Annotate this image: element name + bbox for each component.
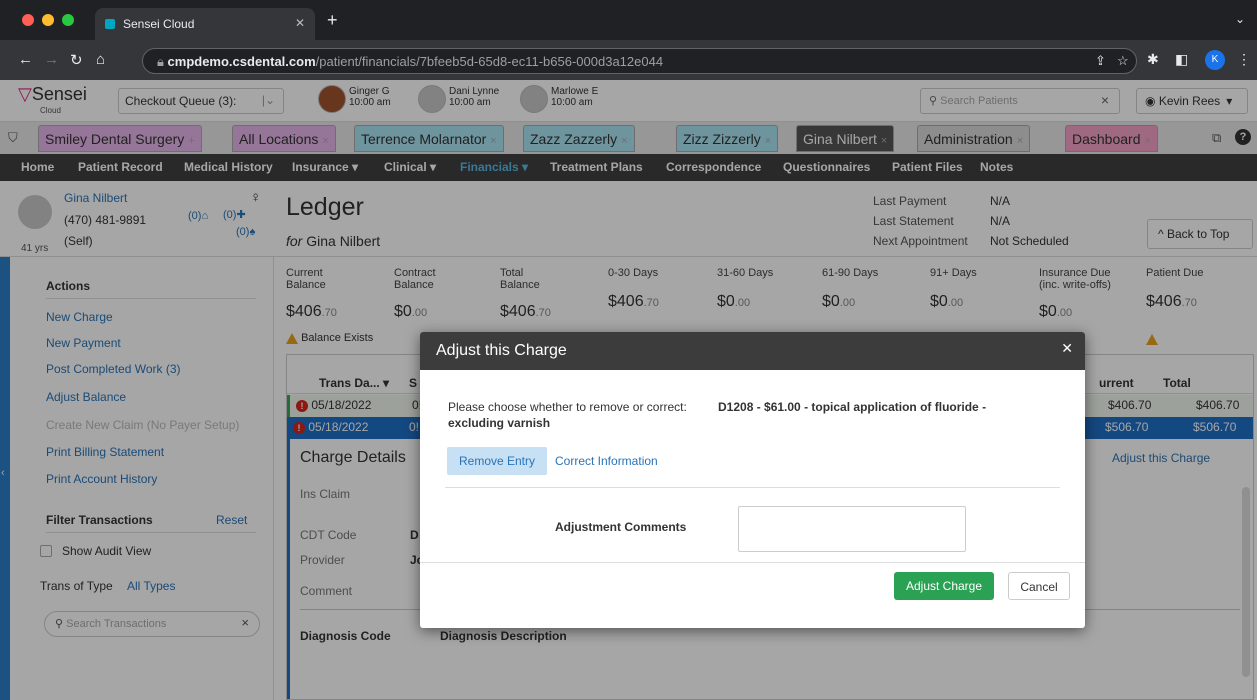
home-icon[interactable]: ⌂ (96, 51, 105, 68)
adjust-charge-modal: Adjust this Charge ✕ Please choose whethe… (420, 332, 1085, 628)
adjustment-comments-label: Adjustment Comments (555, 520, 687, 534)
modal-prompt: Please choose whether to remove or corre… (448, 400, 687, 414)
address-bar[interactable]: 🔒︎ cmpdemo.csdental.com/patient/financia… (142, 48, 1137, 74)
adjust-charge-label: Adjust Charge (905, 579, 983, 593)
tab-search-icon[interactable]: ⌄ (1235, 12, 1245, 26)
cancel-label: Cancel (1020, 580, 1058, 594)
browser-menu-icon[interactable]: ⋮ (1237, 51, 1251, 68)
divider (420, 562, 1085, 563)
reload-icon[interactable]: ↻ (70, 51, 83, 69)
close-window-icon[interactable] (22, 14, 34, 26)
profile-avatar[interactable]: K (1205, 50, 1225, 70)
tab-strip: Sensei Cloud ✕ + ⌄ (0, 0, 1257, 40)
app-root: ▽Sensei Cloud Checkout Queue (3): |⌄ Ginge… (0, 80, 1257, 700)
browser-tab-title: Sensei Cloud (123, 17, 195, 31)
correct-information-tab[interactable]: Correct Information (555, 454, 658, 468)
remove-entry-label: Remove Entry (458, 454, 536, 468)
share-icon[interactable]: ⇪ (1095, 53, 1106, 69)
url-path: /patient/financials/7bfeeb5d-65d8-ec11-b… (315, 54, 664, 69)
bookmark-star-icon[interactable]: ☆ (1117, 53, 1129, 69)
close-tab-icon[interactable]: ✕ (295, 16, 305, 30)
forward-icon[interactable]: → (44, 51, 59, 68)
address-row: ← → ↻ ⌂ 🔒︎ cmpdemo.csdental.com/patient/… (0, 40, 1257, 80)
remove-entry-tab[interactable]: Remove Entry (447, 447, 547, 475)
minimize-window-icon[interactable] (42, 14, 54, 26)
adjustment-comments-field[interactable] (738, 506, 966, 552)
cancel-button[interactable]: Cancel (1008, 572, 1070, 600)
url-host: cmpdemo.csdental.com (167, 54, 316, 69)
lock-icon: 🔒︎ (157, 54, 168, 69)
browser-tab[interactable]: Sensei Cloud ✕ (95, 8, 315, 40)
adjust-charge-button[interactable]: Adjust Charge (894, 572, 994, 600)
extensions-puzzle-icon[interactable]: ✱ (1147, 51, 1159, 68)
close-icon[interactable]: ✕ (1061, 340, 1073, 357)
back-icon[interactable]: ← (18, 51, 33, 68)
favicon-icon (105, 19, 115, 29)
sidepanel-icon[interactable]: ◧ (1175, 51, 1188, 68)
browser-chrome: Sensei Cloud ✕ + ⌄ ← → ↻ ⌂ 🔒︎ cmpdemo.cs… (0, 0, 1257, 80)
charge-description-line1: D1208 - $61.00 - topical application of … (718, 400, 987, 414)
maximize-window-icon[interactable] (62, 14, 74, 26)
charge-description-line2: excluding varnish (448, 416, 551, 430)
new-tab-icon[interactable]: + (327, 10, 338, 31)
divider (445, 487, 1060, 488)
modal-header: Adjust this Charge ✕ (420, 332, 1085, 370)
modal-title: Adjust this Charge (436, 342, 567, 359)
